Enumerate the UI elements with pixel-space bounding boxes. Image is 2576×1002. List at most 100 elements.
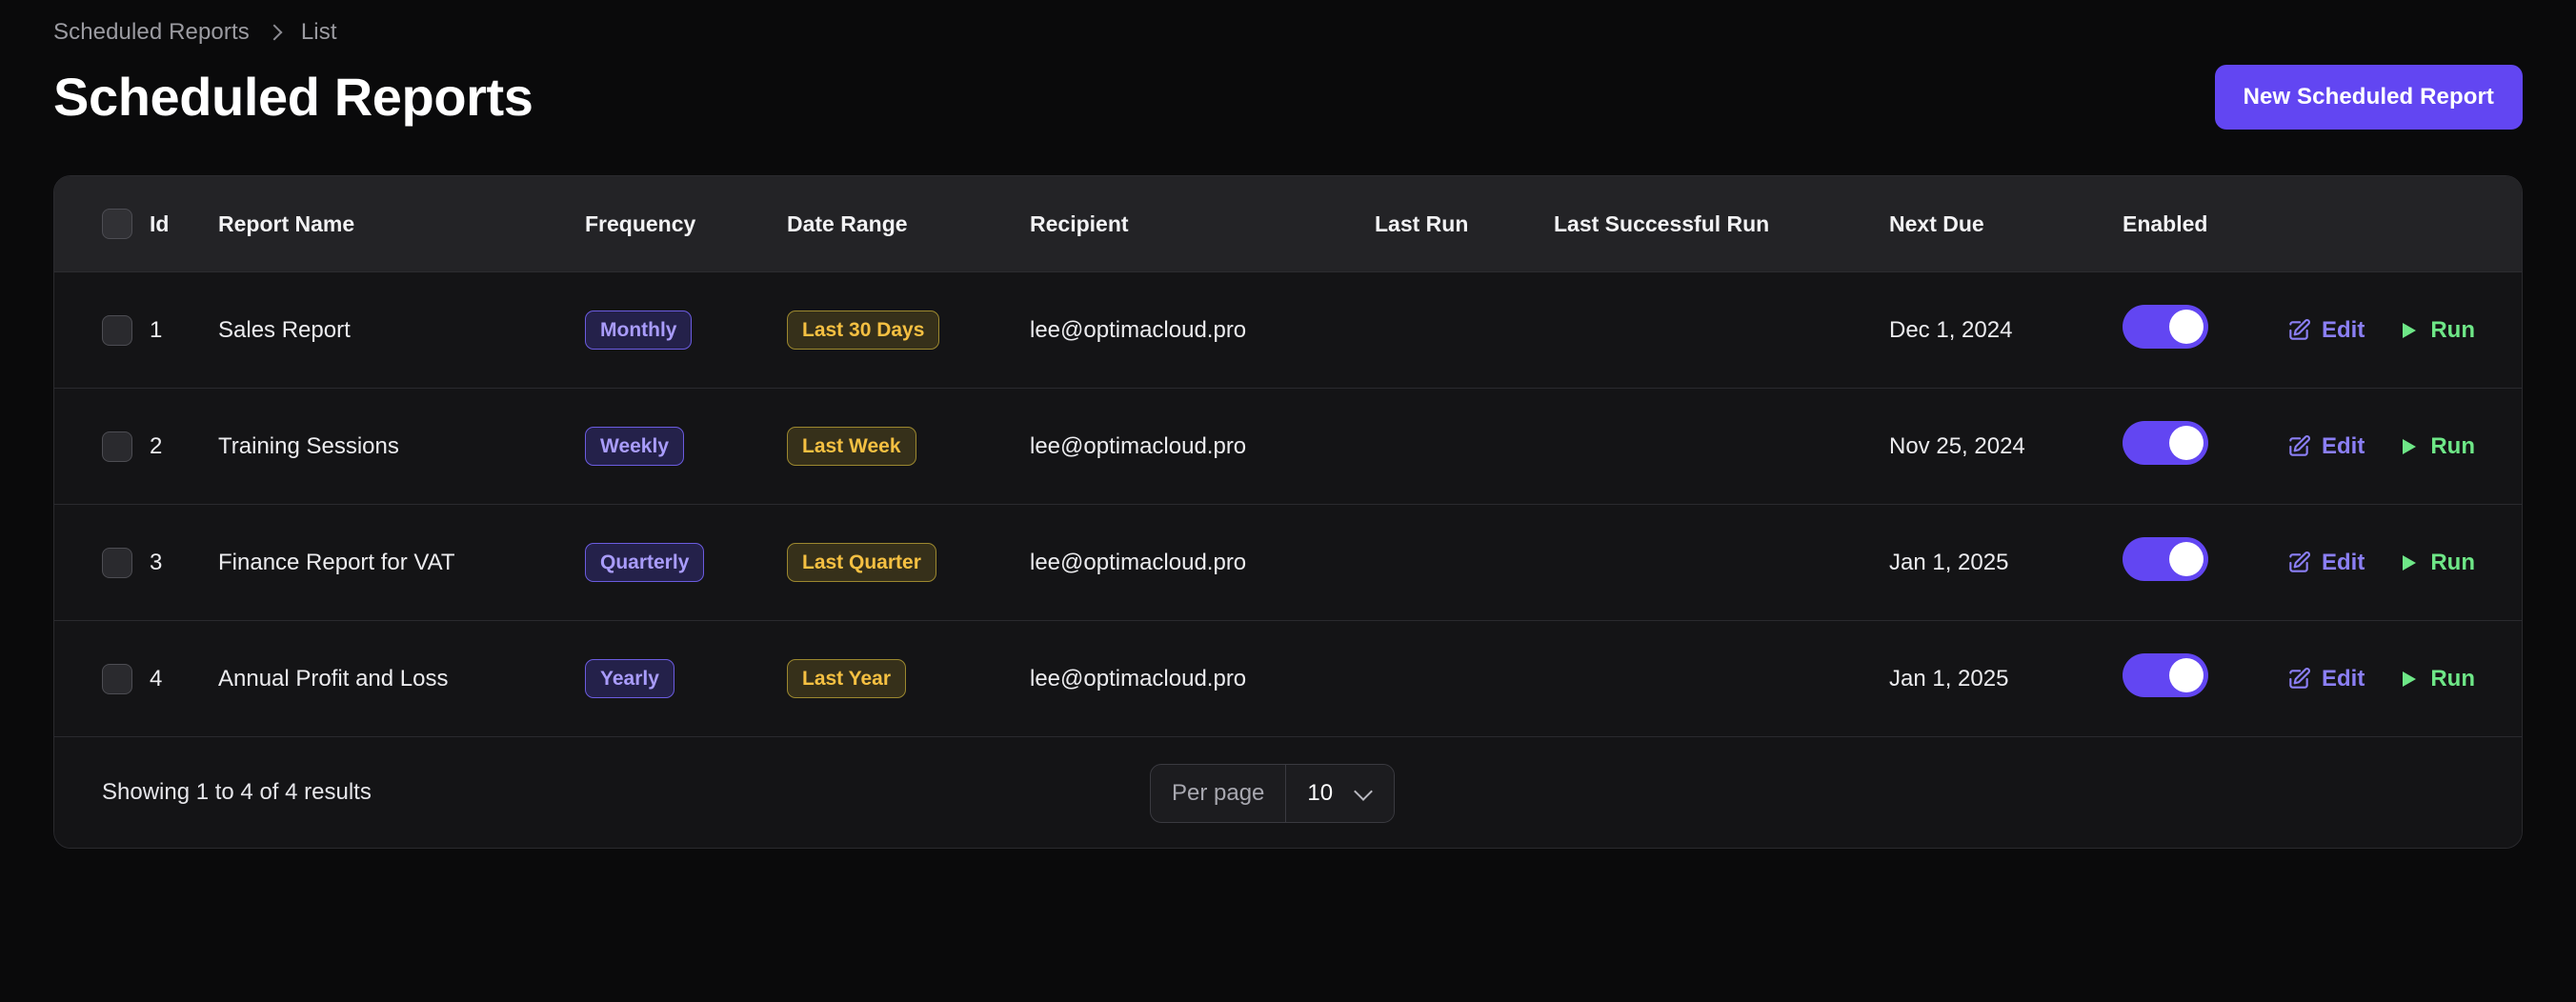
breadcrumb: Scheduled Reports List: [53, 0, 2523, 44]
run-label: Run: [2430, 317, 2475, 344]
cell-frequency: Yearly: [585, 621, 787, 737]
edit-button[interactable]: Edit: [2286, 317, 2365, 344]
edit-button[interactable]: Edit: [2286, 550, 2365, 576]
cell-next-due: Dec 1, 2024: [1889, 272, 2123, 389]
row-actions: Edit Run: [2286, 550, 2522, 576]
table-row[interactable]: 3Finance Report for VATQuarterly Last Qua…: [54, 505, 2522, 621]
cell-frequency: Weekly: [585, 389, 787, 505]
cell-recipient: lee@optimacloud.pro: [1030, 272, 1375, 389]
cell-next-due: Jan 1, 2025: [1889, 505, 2123, 621]
cell-enabled: [2123, 389, 2286, 505]
select-all-checkbox[interactable]: [102, 209, 132, 239]
run-label: Run: [2430, 550, 2475, 576]
edit-label: Edit: [2322, 666, 2365, 692]
row-select-cell: [54, 272, 150, 389]
cell-date-range: Last Week: [787, 389, 1030, 505]
cell-frequency: Monthly: [585, 272, 787, 389]
cell-last-run: [1375, 505, 1554, 621]
row-actions: Edit Run: [2286, 666, 2522, 692]
enabled-toggle[interactable]: [2123, 305, 2208, 349]
breadcrumb-item-scheduled-reports[interactable]: Scheduled Reports: [53, 19, 250, 46]
row-select-cell: [54, 389, 150, 505]
enabled-toggle[interactable]: [2123, 421, 2208, 465]
cell-id: 2: [150, 389, 218, 505]
cell-last-successful-run: [1554, 505, 1889, 621]
run-button[interactable]: Run: [2397, 317, 2475, 344]
column-header-enabled[interactable]: Enabled: [2123, 176, 2286, 272]
page-title: Scheduled Reports: [53, 70, 533, 124]
chevron-right-icon: [267, 24, 284, 41]
frequency-badge: Quarterly: [585, 543, 704, 582]
column-header-last-run[interactable]: Last Run: [1375, 176, 1554, 272]
run-button[interactable]: Run: [2397, 550, 2475, 576]
cell-last-successful-run: [1554, 621, 1889, 737]
page-root: Scheduled Reports List Scheduled Reports…: [0, 0, 2576, 1002]
cell-report-name: Finance Report for VAT: [218, 505, 585, 621]
cell-enabled: [2123, 272, 2286, 389]
cell-actions: Edit Run: [2286, 389, 2522, 505]
edit-icon: [2286, 318, 2311, 343]
play-icon: [2397, 319, 2420, 342]
table-row[interactable]: 4Annual Profit and LossYearlyLast Year le…: [54, 621, 2522, 737]
cell-actions: Edit Run: [2286, 272, 2522, 389]
breadcrumb-item-list[interactable]: List: [301, 19, 337, 46]
select-all-header: [54, 176, 150, 272]
row-select-cell: [54, 505, 150, 621]
toggle-knob: [2169, 658, 2204, 692]
per-page-control[interactable]: Per page 10: [1150, 764, 1395, 823]
date-range-badge: Last Year: [787, 659, 906, 698]
row-checkbox[interactable]: [102, 315, 132, 346]
row-checkbox[interactable]: [102, 664, 132, 694]
new-scheduled-report-button[interactable]: New Scheduled Report: [2215, 65, 2523, 130]
cell-recipient: lee@optimacloud.pro: [1030, 621, 1375, 737]
column-header-recipient[interactable]: Recipient: [1030, 176, 1375, 272]
run-label: Run: [2430, 433, 2475, 460]
toggle-knob: [2169, 426, 2204, 460]
enabled-toggle[interactable]: [2123, 653, 2208, 697]
cell-next-due: Jan 1, 2025: [1889, 621, 2123, 737]
cell-last-run: [1375, 389, 1554, 505]
play-icon: [2397, 551, 2420, 574]
frequency-badge: Weekly: [585, 427, 684, 466]
run-button[interactable]: Run: [2397, 433, 2475, 460]
cell-id: 4: [150, 621, 218, 737]
cell-report-name: Sales Report: [218, 272, 585, 389]
row-actions: Edit Run: [2286, 433, 2522, 460]
column-header-id[interactable]: Id: [150, 176, 218, 272]
row-select-cell: [54, 621, 150, 737]
table-body: 1Sales ReportMonthlyLast 30 Dayslee@opti…: [54, 272, 2522, 737]
per-page-select[interactable]: 10: [1286, 765, 1394, 822]
column-header-report-name[interactable]: Report Name: [218, 176, 585, 272]
column-header-last-successful-run[interactable]: Last Successful Run: [1554, 176, 1889, 272]
run-button[interactable]: Run: [2397, 666, 2475, 692]
date-range-badge: Last Quarter: [787, 543, 936, 582]
page-header: Scheduled Reports New Scheduled Report: [53, 51, 2523, 143]
column-header-next-due[interactable]: Next Due: [1889, 176, 2123, 272]
row-checkbox[interactable]: [102, 548, 132, 578]
row-checkbox[interactable]: [102, 431, 132, 462]
frequency-badge: Monthly: [585, 311, 692, 350]
edit-button[interactable]: Edit: [2286, 666, 2365, 692]
per-page-label: Per page: [1151, 765, 1286, 822]
per-page-value: 10: [1307, 780, 1333, 807]
cell-date-range: Last 30 Days: [787, 272, 1030, 389]
table-row[interactable]: 2Training SessionsWeeklyLast Weeklee@opt…: [54, 389, 2522, 505]
date-range-badge: Last Week: [787, 427, 916, 466]
cell-recipient: lee@optimacloud.pro: [1030, 505, 1375, 621]
cell-last-successful-run: [1554, 389, 1889, 505]
cell-report-name: Annual Profit and Loss: [218, 621, 585, 737]
enabled-toggle[interactable]: [2123, 537, 2208, 581]
table-footer: Showing 1 to 4 of 4 results Per page 10: [54, 737, 2522, 848]
play-icon: [2397, 668, 2420, 691]
toggle-knob: [2169, 310, 2204, 344]
edit-label: Edit: [2322, 550, 2365, 576]
edit-label: Edit: [2322, 317, 2365, 344]
edit-button[interactable]: Edit: [2286, 433, 2365, 460]
run-label: Run: [2430, 666, 2475, 692]
cell-id: 3: [150, 505, 218, 621]
column-header-date-range[interactable]: Date Range: [787, 176, 1030, 272]
column-header-frequency[interactable]: Frequency: [585, 176, 787, 272]
cell-frequency: Quarterly: [585, 505, 787, 621]
cell-recipient: lee@optimacloud.pro: [1030, 389, 1375, 505]
table-row[interactable]: 1Sales ReportMonthlyLast 30 Dayslee@opti…: [54, 272, 2522, 389]
